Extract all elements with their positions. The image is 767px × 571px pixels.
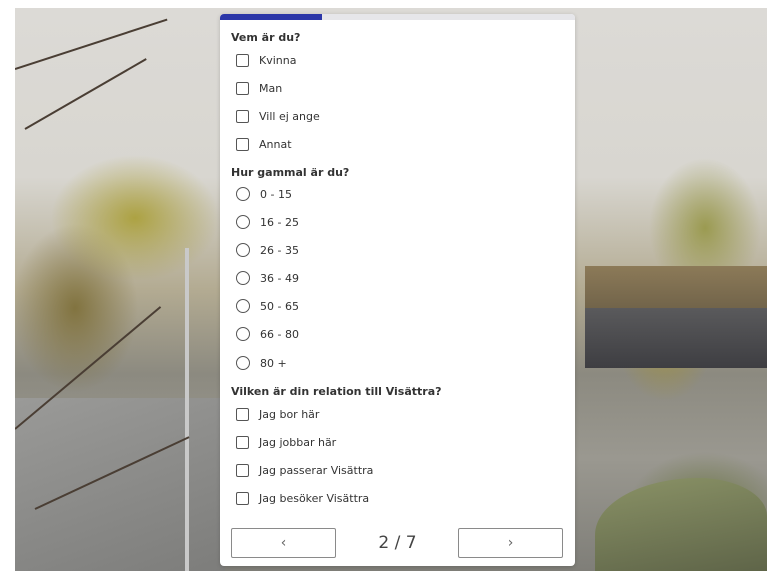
checkbox[interactable] xyxy=(236,137,249,151)
checkbox[interactable] xyxy=(236,81,249,95)
checkbox[interactable] xyxy=(236,463,249,477)
progress-bar xyxy=(220,14,575,20)
page-indicator: 2 / 7 xyxy=(378,533,417,553)
option-label: Man xyxy=(259,81,283,95)
checkbox[interactable] xyxy=(236,53,249,67)
option-label: Jag jobbar här xyxy=(259,435,337,449)
option-age-50-65[interactable]: 50 - 65 xyxy=(236,297,299,315)
radio-button[interactable] xyxy=(236,215,250,229)
option-passerar[interactable]: Jag passerar Visättra xyxy=(236,461,373,479)
background-branch xyxy=(24,58,147,130)
radio-button[interactable] xyxy=(236,243,250,257)
option-label: Annat xyxy=(259,137,292,151)
option-age-80-plus[interactable]: 80 + xyxy=(236,354,287,372)
background-rock xyxy=(595,478,767,571)
option-age-36-49[interactable]: 36 - 49 xyxy=(236,269,299,287)
next-button[interactable]: › xyxy=(458,528,563,558)
survey-card: Vem är du? Kvinna Man Vill ej ange Annat… xyxy=(220,14,575,566)
option-label: Vill ej ange xyxy=(259,109,320,123)
background-road xyxy=(15,398,225,571)
option-label: 0 - 15 xyxy=(260,187,292,201)
option-age-16-25[interactable]: 16 - 25 xyxy=(236,213,299,231)
option-label: 16 - 25 xyxy=(260,215,299,229)
background-lamp-post xyxy=(185,248,189,571)
radio-button[interactable] xyxy=(236,327,250,341)
option-label: 36 - 49 xyxy=(260,271,299,285)
option-man[interactable]: Man xyxy=(236,79,282,97)
progress-bar-fill xyxy=(220,14,322,20)
checkbox[interactable] xyxy=(236,435,249,449)
option-age-66-80[interactable]: 66 - 80 xyxy=(236,325,299,343)
checkbox[interactable] xyxy=(236,407,249,421)
background-building xyxy=(585,308,767,368)
option-jobbar-har[interactable]: Jag jobbar här xyxy=(236,433,336,451)
radio-button[interactable] xyxy=(236,271,250,285)
previous-button[interactable]: ‹ xyxy=(231,528,336,558)
option-age-26-35[interactable]: 26 - 35 xyxy=(236,241,299,259)
option-besoker[interactable]: Jag besöker Visättra xyxy=(236,489,369,507)
question-title-gender: Vem är du? xyxy=(231,31,301,44)
checkbox[interactable] xyxy=(236,491,249,505)
option-label: 50 - 65 xyxy=(260,299,299,313)
option-bor-har[interactable]: Jag bor här xyxy=(236,405,319,423)
checkbox[interactable] xyxy=(236,109,249,123)
radio-button[interactable] xyxy=(236,299,250,313)
question-title-age: Hur gammal är du? xyxy=(231,166,350,179)
option-kvinna[interactable]: Kvinna xyxy=(236,51,296,69)
option-annat[interactable]: Annat xyxy=(236,135,292,153)
chevron-left-icon: ‹ xyxy=(280,535,287,551)
radio-button[interactable] xyxy=(236,356,250,370)
option-label: 26 - 35 xyxy=(260,243,299,257)
option-vill-ej-ange[interactable]: Vill ej ange xyxy=(236,107,320,125)
option-label: Jag besöker Visättra xyxy=(259,491,370,505)
option-label: Jag bor här xyxy=(259,407,320,421)
radio-button[interactable] xyxy=(236,187,250,201)
background-branch xyxy=(15,18,168,70)
option-label: 80 + xyxy=(260,356,287,370)
chevron-right-icon: › xyxy=(507,535,514,551)
option-age-0-15[interactable]: 0 - 15 xyxy=(236,185,292,203)
question-title-relation: Vilken är din relation till Visättra? xyxy=(231,385,442,398)
background-roof xyxy=(585,266,767,314)
option-label: Jag passerar Visättra xyxy=(259,463,374,477)
option-label: Kvinna xyxy=(259,53,297,67)
option-label: 66 - 80 xyxy=(260,327,299,341)
